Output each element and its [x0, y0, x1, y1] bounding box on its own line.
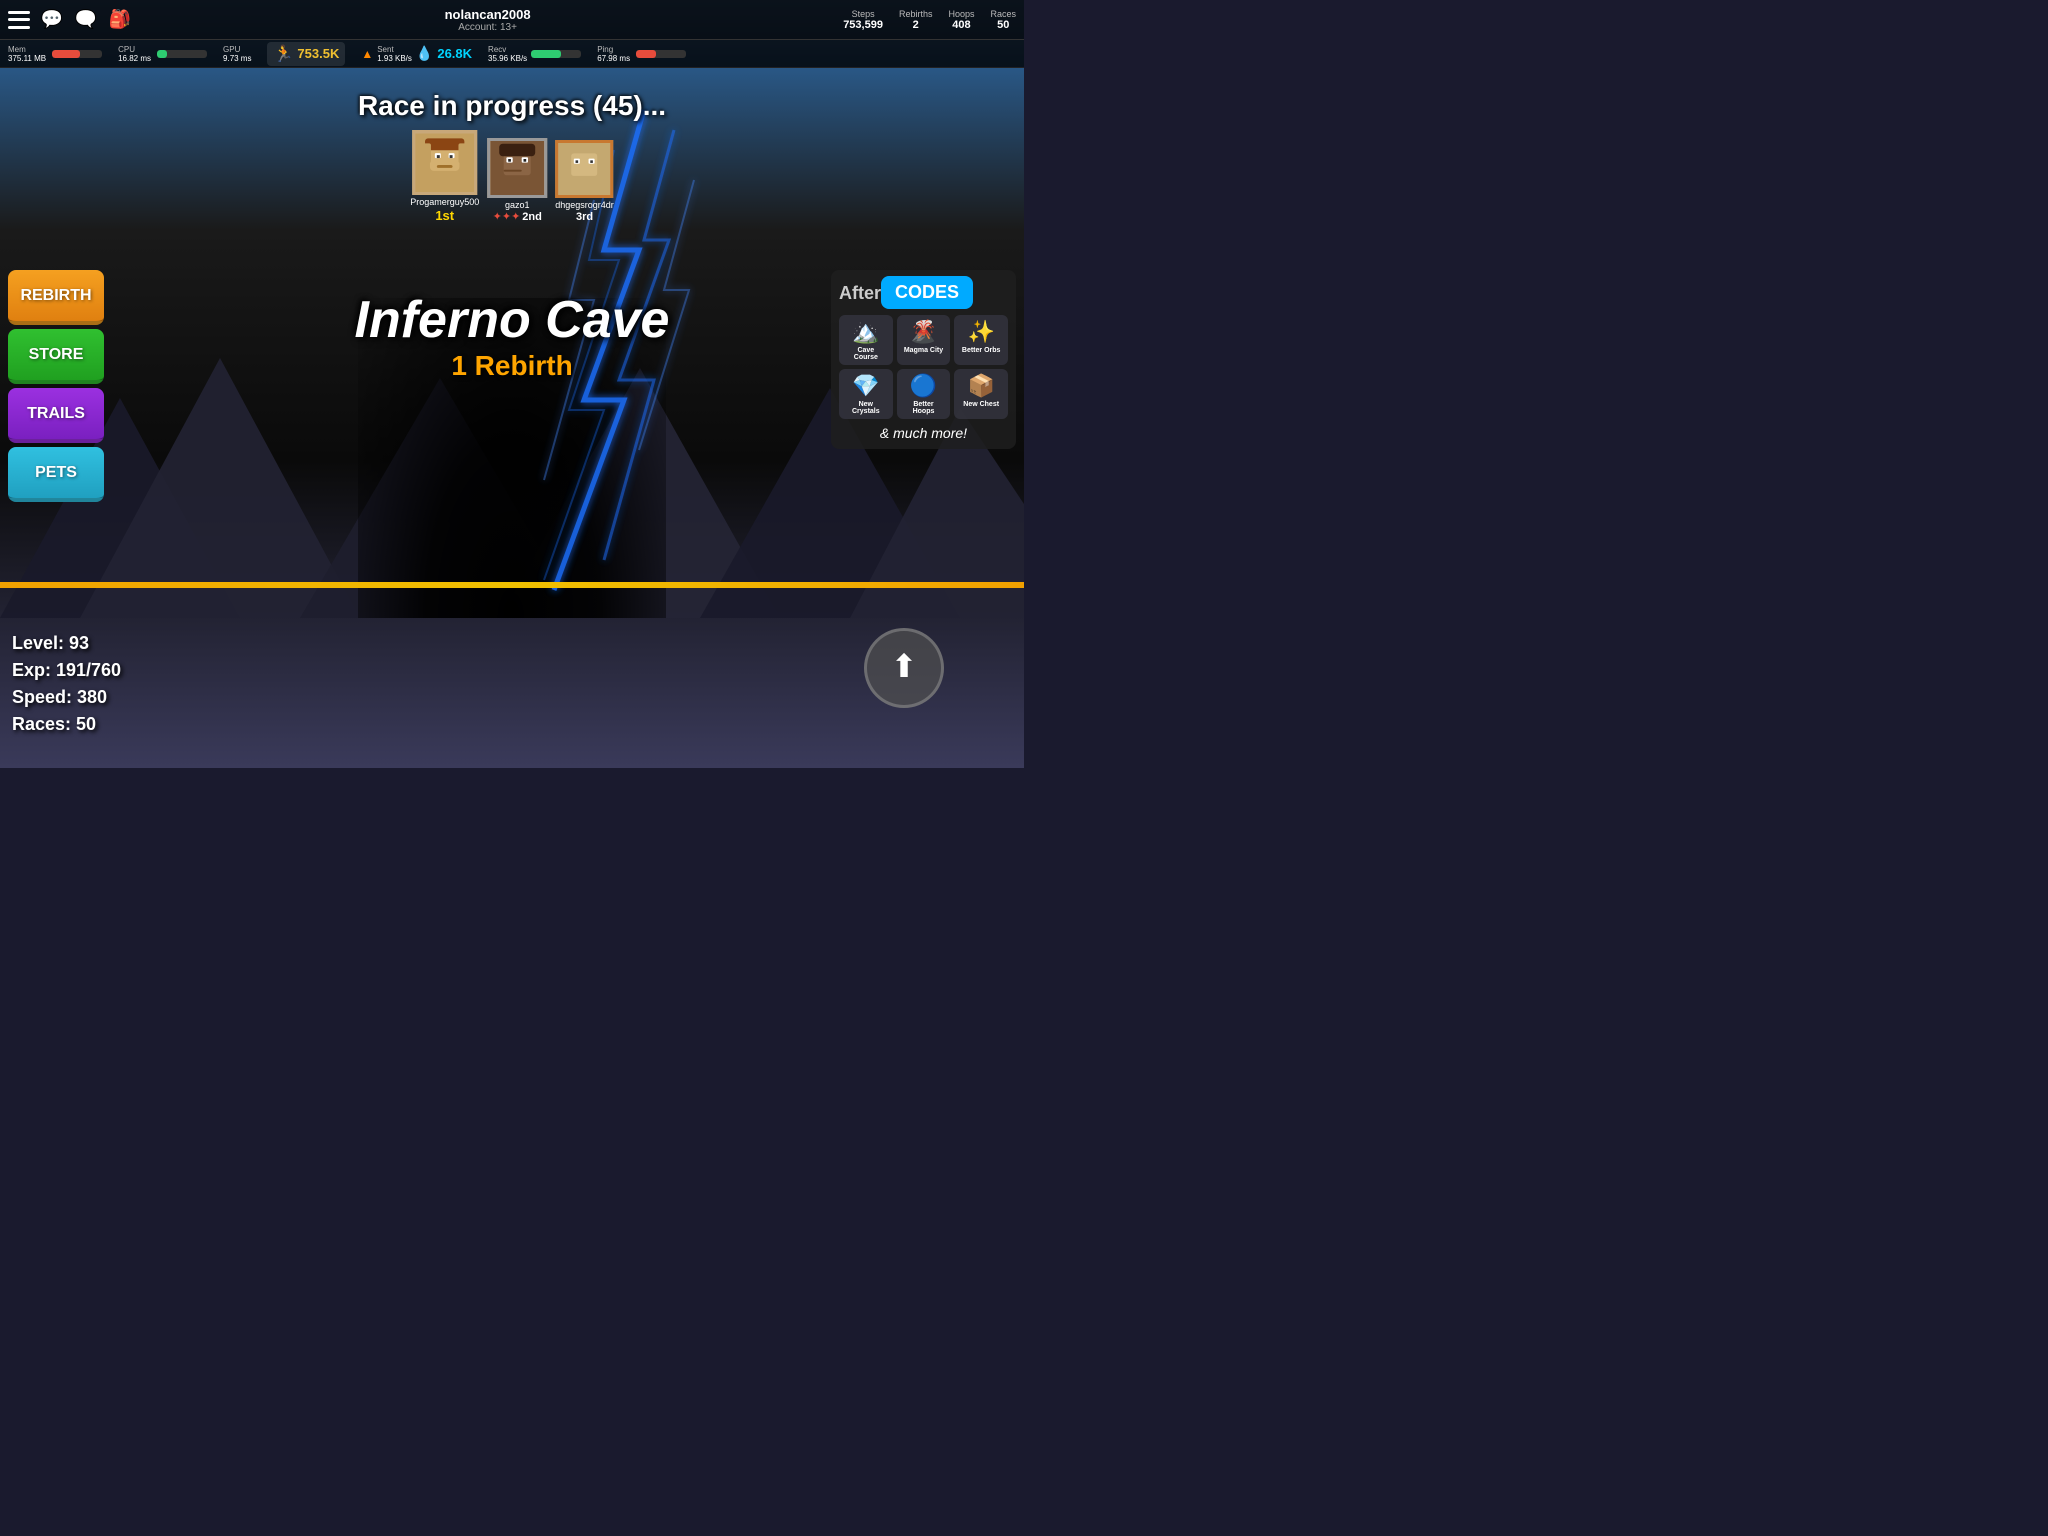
- update-magma-city[interactable]: 🌋 Magma City: [897, 315, 951, 365]
- stat-races: Races 50: [990, 9, 1016, 31]
- location-name: Inferno Cave: [355, 290, 670, 350]
- cpu-value: 16.82 ms: [118, 54, 151, 63]
- gpu-label: GPU: [223, 45, 251, 54]
- better-hoops-icon: 🔵: [910, 373, 937, 399]
- podium-second: gazo1 ✦✦✦ 2nd: [487, 138, 547, 223]
- pets-button[interactable]: PETS: [8, 447, 104, 502]
- update-new-crystals[interactable]: 💎 NewCrystals: [839, 369, 893, 419]
- location-rebirth: 1 Rebirth: [355, 350, 670, 382]
- new-chest-icon: 📦: [967, 373, 994, 399]
- ground-bar: [0, 582, 1024, 588]
- race-title: Race in progress (45)...: [358, 90, 666, 121]
- sent-label: Sent: [377, 45, 412, 54]
- rank-first: 1st: [435, 208, 454, 223]
- rebirth-button[interactable]: REBIRTH: [8, 270, 104, 325]
- gpu-value: 9.73 ms: [223, 54, 251, 63]
- race-podium: Progamerguy500 1st gazo1 ✦✦✦ 2nd: [410, 130, 614, 223]
- chat-icon[interactable]: 💬: [40, 10, 64, 30]
- avatar-second: [487, 138, 547, 198]
- location-title: Inferno Cave 1 Rebirth: [355, 290, 670, 382]
- exp-stat: Exp: 191/760: [12, 657, 121, 684]
- cpu-label: CPU: [118, 45, 151, 54]
- stat-rebirths: Rebirths 2: [899, 9, 933, 31]
- name-second: gazo1: [505, 200, 530, 210]
- recv-label: Recv: [488, 45, 527, 54]
- left-buttons: REBIRTH STORE TRAILS PETS: [8, 270, 104, 502]
- ping-label: Ping: [597, 45, 630, 54]
- mem-value: 375.11 MB: [8, 54, 46, 63]
- gpu-speed-value: 753.5K: [297, 46, 339, 61]
- mem-label: Mem: [8, 45, 46, 54]
- much-more-text: & much more!: [839, 425, 1008, 441]
- name-first: Progamerguy500: [410, 197, 479, 207]
- sent-value: 1.93 KB/s: [377, 54, 412, 63]
- recv-value: 35.96 KB/s: [488, 54, 527, 63]
- player-name: nolancan2008: [445, 7, 531, 22]
- performance-bar: Mem 375.11 MB CPU 16.82 ms GPU 9.73 ms 🏃…: [0, 40, 1024, 68]
- codes-button[interactable]: CODES: [881, 276, 973, 309]
- bag-icon[interactable]: 🎒: [108, 10, 132, 30]
- menu-icon[interactable]: [8, 11, 30, 29]
- new-crystals-icon: 💎: [852, 373, 879, 399]
- player-stats: Level: 93 Exp: 191/760 Speed: 380 Races:…: [12, 630, 121, 738]
- trails-button[interactable]: TRAILS: [8, 388, 104, 443]
- avatar-third: [556, 140, 614, 198]
- store-button[interactable]: STORE: [8, 329, 104, 384]
- ping-value: 67.98 ms: [597, 54, 630, 63]
- update-better-hoops[interactable]: 🔵 BetterHoops: [897, 369, 951, 419]
- podium-first: Progamerguy500 1st: [410, 130, 479, 223]
- level-stat: Level: 93: [12, 630, 121, 657]
- cave-course-icon: 🏔️: [852, 319, 879, 345]
- up-arrow-icon: ⬆: [891, 647, 918, 685]
- sent-highlight: 26.8K: [437, 46, 472, 61]
- player-account: Account: 13+: [458, 22, 517, 33]
- rank-third: 3rd: [576, 211, 593, 223]
- update-better-orbs[interactable]: ✨ Better Orbs: [954, 315, 1008, 365]
- update-new-chest[interactable]: 📦 New Chest: [954, 369, 1008, 419]
- magma-city-icon: 🌋: [910, 319, 937, 345]
- name-third: dhgegsrogr4dr: [555, 200, 614, 210]
- stat-hoops: Hoops 408: [948, 9, 974, 31]
- right-panel: After CODES 🏔️ CaveCourse 🌋 Magma City ✨…: [831, 270, 1016, 449]
- up-button[interactable]: ⬆: [864, 628, 944, 708]
- top-bar: 💬 🗨️ 🎒 nolancan2008 Account: 13+ Steps 7…: [0, 0, 1024, 40]
- podium-third: dhgegsrogr4dr 3rd: [555, 140, 614, 223]
- stat-steps: Steps 753,599: [843, 9, 883, 31]
- rank-second: 2nd: [522, 211, 542, 223]
- speed-stat: Speed: 380: [12, 684, 121, 711]
- update-cave-course[interactable]: 🏔️ CaveCourse: [839, 315, 893, 365]
- message-icon[interactable]: 🗨️: [74, 10, 98, 30]
- better-orbs-icon: ✨: [967, 319, 994, 345]
- after-title: After: [839, 283, 881, 304]
- avatar-first: [412, 130, 477, 195]
- update-grid: 🏔️ CaveCourse 🌋 Magma City ✨ Better Orbs…: [839, 315, 1008, 419]
- race-banner: Race in progress (45)...: [358, 90, 666, 122]
- races-stat: Races: 50: [12, 711, 121, 738]
